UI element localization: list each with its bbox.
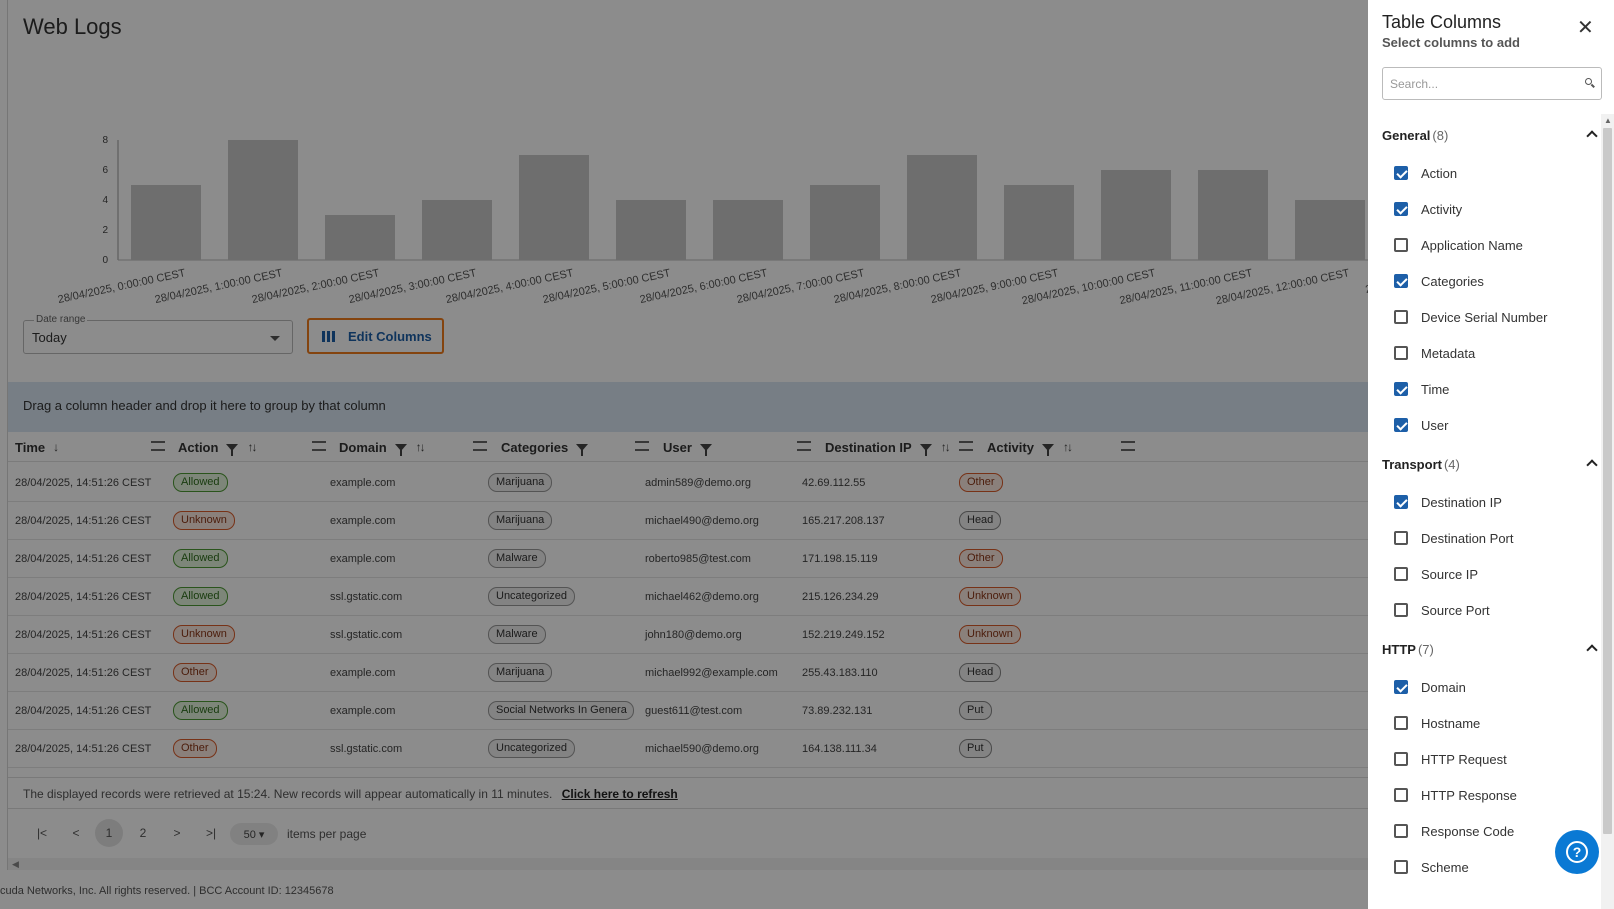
section-header-http[interactable]: HTTP (7) xyxy=(1382,642,1598,662)
section-name: Transport xyxy=(1382,457,1442,472)
option-label: Device Serial Number xyxy=(1421,309,1548,325)
option-label: Destination IP xyxy=(1421,494,1502,510)
checkbox[interactable] xyxy=(1394,680,1408,694)
drawer-title: Table Columns xyxy=(1382,12,1502,32)
help-button[interactable]: ? xyxy=(1555,830,1599,874)
column-option-categories[interactable]: Categories xyxy=(1394,271,1484,291)
checkbox[interactable] xyxy=(1394,418,1408,432)
section-name: General xyxy=(1382,128,1431,143)
search-icon[interactable] xyxy=(1585,78,1592,85)
checkbox[interactable] xyxy=(1394,788,1408,802)
modal-overlay[interactable] xyxy=(0,0,1368,909)
column-search xyxy=(1382,67,1602,100)
option-label: Domain xyxy=(1421,679,1466,695)
column-option-time[interactable]: Time xyxy=(1394,379,1449,399)
section-count: (8) xyxy=(1432,128,1449,143)
column-option-source-ip[interactable]: Source IP xyxy=(1394,564,1478,584)
section-header-general[interactable]: General (8) xyxy=(1382,128,1598,148)
column-option-destination-ip[interactable]: Destination IP xyxy=(1394,492,1502,512)
help-icon: ? xyxy=(1566,841,1588,863)
checkbox[interactable] xyxy=(1394,310,1408,324)
scroll-up-icon[interactable]: ▲ xyxy=(1604,116,1612,125)
checkbox[interactable] xyxy=(1394,495,1408,509)
option-label: Activity xyxy=(1421,201,1463,217)
column-option-http-response[interactable]: HTTP Response xyxy=(1394,785,1517,805)
option-label: Response Code xyxy=(1421,823,1515,839)
option-label: Application Name xyxy=(1421,237,1523,253)
checkbox[interactable] xyxy=(1394,274,1408,288)
checkbox[interactable] xyxy=(1394,238,1408,252)
checkbox[interactable] xyxy=(1394,603,1408,617)
column-option-application-name[interactable]: Application Name xyxy=(1394,235,1523,255)
column-option-activity[interactable]: Activity xyxy=(1394,199,1462,219)
column-option-scheme[interactable]: Scheme xyxy=(1394,857,1469,877)
search-input[interactable] xyxy=(1383,68,1563,99)
option-label: Metadata xyxy=(1421,345,1476,361)
section-count: (4) xyxy=(1443,457,1460,472)
option-label: HTTP Request xyxy=(1421,751,1507,767)
column-option-action[interactable]: Action xyxy=(1394,163,1457,183)
column-option-http-request[interactable]: HTTP Request xyxy=(1394,749,1507,769)
section-count: (7) xyxy=(1417,642,1434,657)
option-label: Destination Port xyxy=(1421,530,1514,546)
column-option-device-serial-number[interactable]: Device Serial Number xyxy=(1394,307,1547,327)
column-option-response-code[interactable]: Response Code xyxy=(1394,821,1514,841)
drawer-scrollbar[interactable]: ▲ xyxy=(1601,114,1614,909)
section-header-transport[interactable]: Transport (4) xyxy=(1382,457,1598,477)
column-option-hostname[interactable]: Hostname xyxy=(1394,713,1480,733)
column-option-metadata[interactable]: Metadata xyxy=(1394,343,1475,363)
checkbox[interactable] xyxy=(1394,716,1408,730)
option-label: Hostname xyxy=(1421,715,1481,731)
option-label: Source IP xyxy=(1421,566,1479,582)
checkbox[interactable] xyxy=(1394,382,1408,396)
checkbox[interactable] xyxy=(1394,824,1408,838)
checkbox[interactable] xyxy=(1394,567,1408,581)
drawer-subtitle: Select columns to add xyxy=(1382,35,1520,50)
checkbox[interactable] xyxy=(1394,166,1408,180)
chevron-up-icon[interactable] xyxy=(1586,644,1598,656)
chevron-up-icon[interactable] xyxy=(1586,130,1598,142)
chevron-up-icon[interactable] xyxy=(1586,459,1598,471)
option-label: Source Port xyxy=(1421,602,1490,618)
option-label: User xyxy=(1421,417,1449,433)
close-icon[interactable]: ✕ xyxy=(1577,18,1594,38)
section-name: HTTP xyxy=(1382,642,1416,657)
column-option-domain[interactable]: Domain xyxy=(1394,677,1466,697)
column-option-user[interactable]: User xyxy=(1394,415,1448,435)
column-option-source-port[interactable]: Source Port xyxy=(1394,600,1490,620)
scrollbar-thumb[interactable] xyxy=(1603,128,1612,834)
option-label: Action xyxy=(1421,165,1458,181)
option-label: Scheme xyxy=(1421,859,1469,875)
checkbox[interactable] xyxy=(1394,860,1408,874)
table-columns-drawer: Table Columns Select columns to add ✕ Ge… xyxy=(1368,0,1614,909)
option-label: Categories xyxy=(1421,273,1484,289)
checkbox[interactable] xyxy=(1394,752,1408,766)
option-label: HTTP Response xyxy=(1421,787,1517,803)
option-label: Time xyxy=(1421,381,1450,397)
checkbox[interactable] xyxy=(1394,531,1408,545)
column-option-destination-port[interactable]: Destination Port xyxy=(1394,528,1514,548)
checkbox[interactable] xyxy=(1394,202,1408,216)
checkbox[interactable] xyxy=(1394,346,1408,360)
